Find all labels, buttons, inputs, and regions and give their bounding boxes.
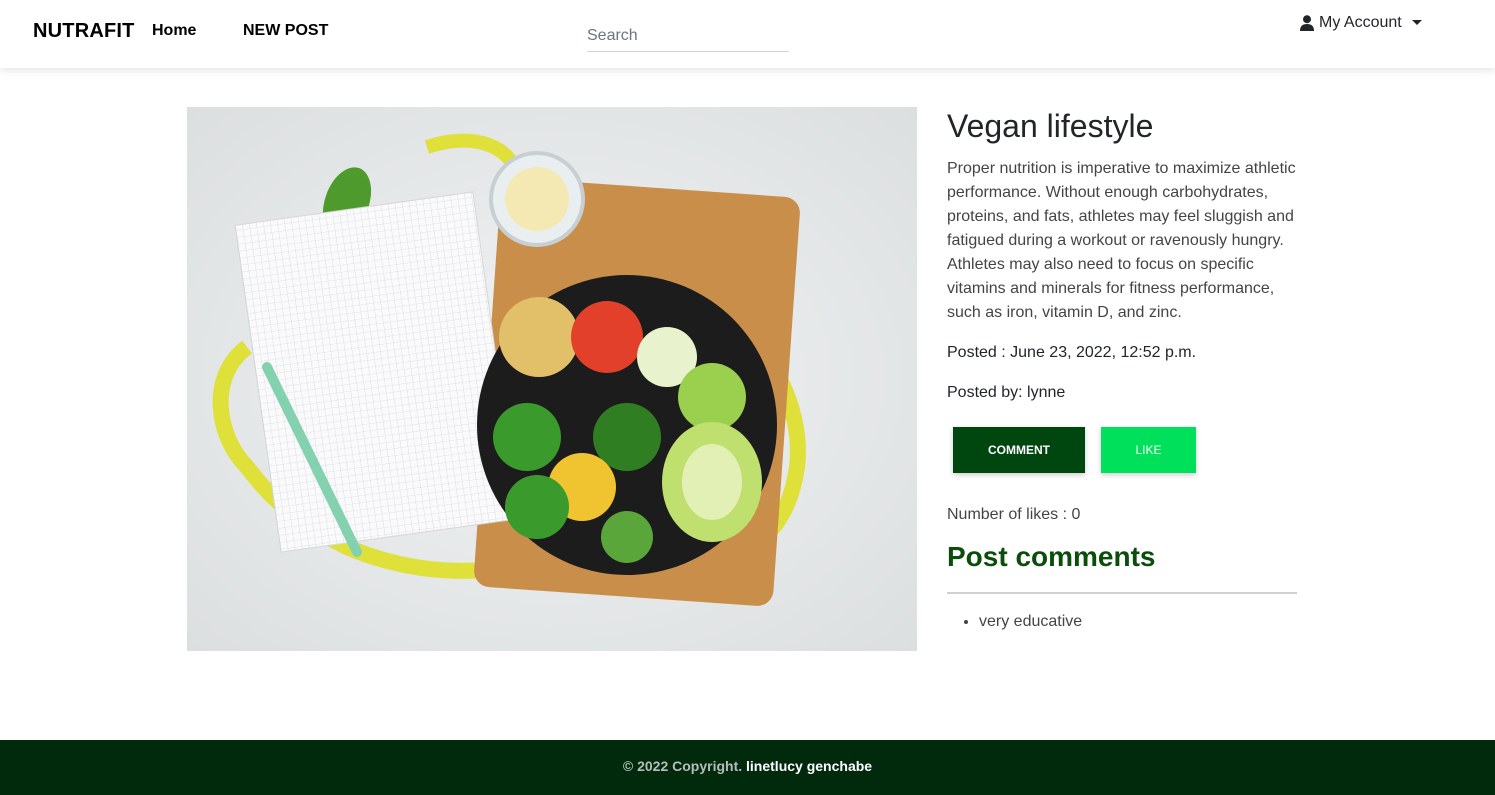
like-button[interactable]: LIKE — [1101, 427, 1196, 473]
caret-down-icon — [1411, 19, 1422, 25]
comments-divider — [947, 592, 1297, 594]
post-title: Vegan lifestyle — [947, 108, 1154, 144]
footer: © 2022 Copyright. linetlucy genchabe — [0, 740, 1495, 795]
comment-list: very educative — [979, 612, 1082, 632]
my-account-label: My Account — [1319, 14, 1402, 31]
posted-by: Posted by: lynne — [947, 384, 1066, 401]
search-input[interactable] — [587, 16, 789, 52]
footer-author-link[interactable]: linetlucy genchabe — [746, 758, 872, 774]
brand-logo[interactable]: NUTRAFIT — [33, 20, 135, 43]
comment-item: very educative — [979, 612, 1082, 632]
nav-home-link[interactable]: Home — [152, 22, 196, 40]
my-account-dropdown[interactable]: My Account — [1300, 14, 1422, 32]
user-icon — [1300, 15, 1314, 31]
comment-button[interactable]: COMMENT — [953, 427, 1085, 473]
footer-copyright: © 2022 Copyright. — [622, 758, 743, 774]
posted-date: Posted : June 23, 2022, 12:52 p.m. — [947, 344, 1197, 361]
top-navbar: NUTRAFIT Home NEW POST My Account — [0, 0, 1495, 68]
nav-new-post-link[interactable]: NEW POST — [243, 22, 328, 40]
comments-heading: Post comments — [947, 541, 1156, 572]
post-image — [187, 107, 917, 651]
post-body: Proper nutrition is imperative to maximi… — [947, 160, 1296, 321]
likes-count: Number of likes : 0 — [947, 506, 1081, 523]
